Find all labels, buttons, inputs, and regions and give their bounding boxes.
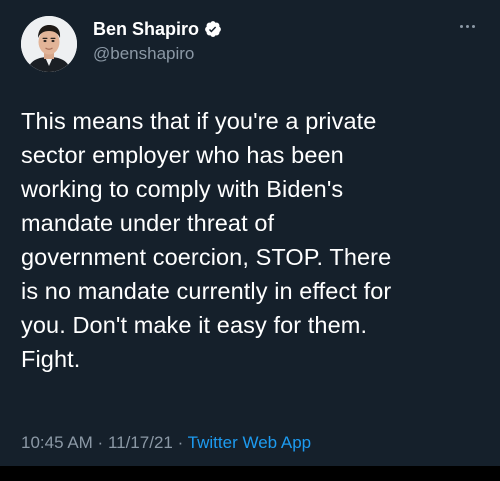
tweet-time[interactable]: 10:45 AM xyxy=(21,433,93,452)
tweet-date[interactable]: 11/17/21 xyxy=(108,433,173,452)
verified-badge-icon xyxy=(204,20,222,38)
tweet-meta: 10:45 AM · 11/17/21 · Twitter Web App xyxy=(21,432,311,454)
more-dot xyxy=(460,24,463,28)
meta-separator: · xyxy=(92,433,108,452)
avatar-image xyxy=(21,16,77,72)
tweet-text: This means that if you're a private sect… xyxy=(21,108,392,372)
author-handle[interactable]: @benshapiro xyxy=(93,43,194,65)
tweet-card: Ben Shapiro @benshapiro This means that … xyxy=(0,0,500,466)
avatar[interactable] xyxy=(21,16,77,72)
more-dot xyxy=(472,24,475,28)
more-options-icon[interactable] xyxy=(460,22,482,30)
author-name-row[interactable]: Ben Shapiro xyxy=(93,18,222,40)
meta-separator: · xyxy=(172,433,188,452)
tweet-source-link[interactable]: Twitter Web App xyxy=(188,433,311,452)
more-dot xyxy=(466,24,469,28)
author-display-name[interactable]: Ben Shapiro xyxy=(93,18,199,40)
